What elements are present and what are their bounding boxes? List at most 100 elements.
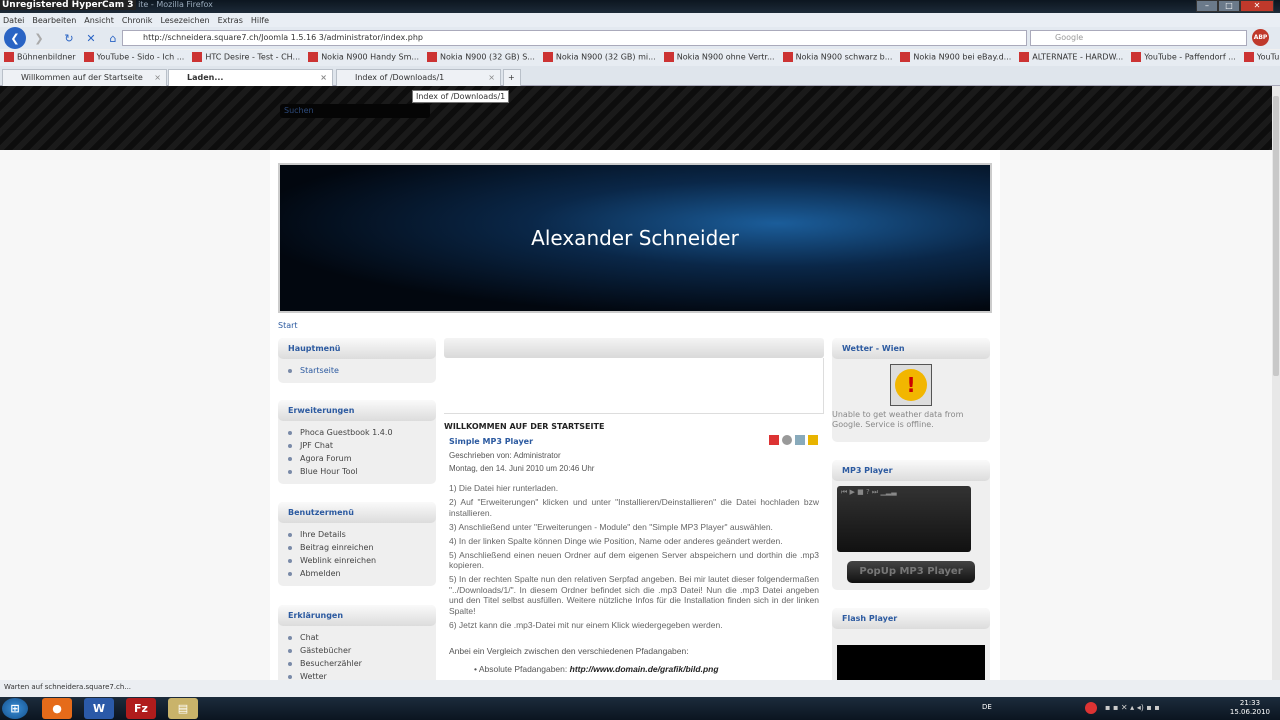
- menu-link[interactable]: JPF Chat: [288, 439, 436, 452]
- menu-link[interactable]: Phoca Guestbook 1.4.0: [288, 426, 436, 439]
- menu-link[interactable]: Agora Forum: [288, 452, 436, 465]
- word-taskbar-icon[interactable]: W: [84, 698, 114, 719]
- menu-link[interactable]: Gästebücher: [288, 644, 436, 657]
- menu-link[interactable]: Ihre Details: [288, 528, 436, 541]
- menu-bearbeiten[interactable]: Bearbeiten: [32, 16, 76, 25]
- bookmark-item[interactable]: Bühnenbildner: [4, 52, 76, 64]
- flash-player[interactable]: [837, 645, 985, 680]
- popup-player-button[interactable]: PopUp MP3 Player: [847, 561, 975, 583]
- content-top-bar: [444, 338, 824, 358]
- module-title: Erklärungen: [278, 605, 436, 626]
- maximize-button[interactable]: □: [1218, 0, 1240, 12]
- menu-datei[interactable]: Datei: [3, 16, 24, 25]
- menu-lesezeichen[interactable]: Lesezeichen: [160, 16, 209, 25]
- close-button[interactable]: ✕: [1240, 0, 1274, 12]
- bookmark-icon: [308, 52, 319, 62]
- breadcrumb[interactable]: Start: [278, 321, 298, 330]
- site-search-input[interactable]: Suchen: [280, 104, 430, 118]
- mp3-player[interactable]: ⏮ ▶ ■ ? ⏭ ▁▂▃: [837, 486, 971, 552]
- bookmark-item[interactable]: Nokia N900 schwarz b...: [782, 52, 893, 64]
- menu-hilfe[interactable]: Hilfe: [251, 16, 269, 25]
- article-paragraph: 3) Anschließend unter "Erweiterungen - M…: [449, 521, 773, 532]
- tray-icons[interactable]: ▪ ▪ ✕ ▴ ◂) ▪ ▪: [1105, 703, 1160, 712]
- menu-bar: Datei Bearbeiten Ansicht Chronik Lesezei…: [0, 13, 1280, 27]
- tab-bar: Willkommen auf der Startseite × Laden... ×…: [0, 66, 1280, 86]
- stop-button[interactable]: ✕: [82, 29, 100, 47]
- bookmark-icon: [900, 52, 911, 62]
- explorer-taskbar-icon[interactable]: ▤: [168, 698, 198, 719]
- home-button[interactable]: ⌂: [104, 29, 122, 47]
- bookmark-item[interactable]: YouTube - Wavin' Flag...: [1243, 52, 1280, 64]
- close-tab-icon[interactable]: ×: [154, 73, 161, 82]
- bookmark-item[interactable]: Nokia N900 (32 GB) mi...: [542, 52, 656, 64]
- title-bar: Unregistered HyperCam 3 ite - Mozilla Fi…: [0, 0, 1280, 13]
- article-paragraph: 4) In der linken Spalte können Dinge wie…: [449, 535, 783, 546]
- menu-link[interactable]: Blue Hour Tool: [288, 465, 436, 478]
- url-input[interactable]: http://schneidera.square7.ch/Joomla 1.5.…: [122, 30, 1027, 46]
- filezilla-taskbar-icon[interactable]: Fz: [126, 698, 156, 719]
- article-title[interactable]: Simple MP3 Player: [449, 437, 819, 446]
- record-icon[interactable]: [1085, 702, 1097, 714]
- menu-chronik[interactable]: Chronik: [122, 16, 153, 25]
- status-text: Warten auf schneidera.square7.ch...: [4, 683, 132, 691]
- close-tab-icon[interactable]: ×: [320, 73, 327, 82]
- article: WILLKOMMEN AUF DER STARTSEITE Simple MP3…: [444, 422, 824, 680]
- menu-link[interactable]: Abmelden: [288, 567, 436, 580]
- close-tab-icon[interactable]: ×: [488, 73, 495, 82]
- tab-laden[interactable]: Laden... ×: [168, 69, 333, 86]
- tab-label: Willkommen auf der Startseite: [21, 73, 143, 82]
- menu-link[interactable]: Beitrag einreichen: [288, 541, 436, 554]
- bookmark-item[interactable]: ALTERNATE - HARDW...: [1019, 52, 1123, 64]
- menu-link[interactable]: Startseite: [288, 364, 436, 377]
- web-page: Suchen Alexander Schneider Start Hauptme…: [0, 86, 1272, 680]
- search-input[interactable]: Google: [1030, 30, 1247, 46]
- back-button[interactable]: ❮: [4, 27, 26, 49]
- bookmark-item[interactable]: Nokia N900 ohne Vertr...: [663, 52, 775, 64]
- firefox-taskbar-icon[interactable]: ●: [42, 698, 72, 719]
- menu-extras[interactable]: Extras: [218, 16, 243, 25]
- menu-link[interactable]: Wetter: [288, 670, 436, 680]
- status-bar: Warten auf schneidera.square7.ch...: [0, 680, 1280, 697]
- menu-ansicht[interactable]: Ansicht: [84, 16, 114, 25]
- clock[interactable]: 21:33 15.06.2010: [1230, 699, 1270, 717]
- bookmark-icon: [1019, 52, 1030, 62]
- edit-icon[interactable]: [808, 435, 818, 445]
- bookmark-item[interactable]: YouTube - Paffendorf ...: [1131, 52, 1236, 64]
- forward-button[interactable]: ❯: [30, 29, 48, 47]
- new-tab-button[interactable]: +: [503, 69, 521, 86]
- compare-intro: Anbei ein Vergleich zwischen den verschi…: [449, 646, 689, 656]
- article-paragraph: 5) Anschließend einen neuen Ordner auf d…: [449, 549, 819, 571]
- player-controls[interactable]: ⏮ ▶ ■ ? ⏭ ▁▂▃: [841, 488, 897, 496]
- bookmark-item[interactable]: HTC Desire - Test - CH...: [192, 52, 300, 64]
- bookmark-label: YouTube - Wavin' Flag...: [1256, 52, 1280, 62]
- clock-time: 21:33: [1239, 699, 1261, 707]
- menu-link[interactable]: Besucherzähler: [288, 657, 436, 670]
- minimize-button[interactable]: –: [1196, 0, 1218, 12]
- bookmark-label: Nokia N900 schwarz b...: [795, 52, 893, 62]
- bookmark-icon: [427, 52, 438, 62]
- article-date: Montag, den 14. Juni 2010 um 20:46 Uhr: [449, 464, 595, 473]
- menu-link[interactable]: Weblink einreichen: [288, 554, 436, 567]
- bookmark-icon: [83, 52, 94, 62]
- taskbar: ⊞ ● W Fz ▤ DE ▪ ▪ ✕ ▴ ◂) ▪ ▪ 21:33 15.06.…: [0, 697, 1280, 720]
- pdf-icon[interactable]: [769, 435, 779, 445]
- module-title: MP3 Player: [832, 460, 990, 481]
- bookmark-icon: [542, 52, 553, 62]
- print-icon[interactable]: [782, 435, 792, 445]
- bookmark-item[interactable]: Nokia N900 bei eBay.d...: [900, 52, 1011, 64]
- article-paragraph: 1) Die Datei hier runterladen.: [449, 483, 559, 493]
- weather-module: Wetter - Wien ! Unable to get weather da…: [832, 338, 990, 442]
- adblock-button[interactable]: ABP: [1252, 29, 1269, 46]
- menu-module: Erklärungen Chat Gästebücher Besucherzähler…: [278, 605, 436, 680]
- email-icon[interactable]: [795, 435, 805, 445]
- start-button[interactable]: ⊞: [2, 698, 28, 719]
- bookmark-item[interactable]: Nokia N900 Handy Sm...: [308, 52, 419, 64]
- tab-willkommen[interactable]: Willkommen auf der Startseite ×: [2, 69, 167, 86]
- bookmark-item[interactable]: YouTube - Sido - Ich ...: [83, 52, 184, 64]
- bookmark-item[interactable]: Nokia N900 (32 GB) S...: [427, 52, 535, 64]
- language-indicator[interactable]: DE: [982, 703, 992, 711]
- menu-link[interactable]: Chat: [288, 631, 436, 644]
- vertical-scrollbar[interactable]: [1272, 86, 1280, 680]
- reload-button[interactable]: ↻: [60, 29, 78, 47]
- tab-index-downloads[interactable]: Index of /Downloads/1 ×: [336, 69, 501, 86]
